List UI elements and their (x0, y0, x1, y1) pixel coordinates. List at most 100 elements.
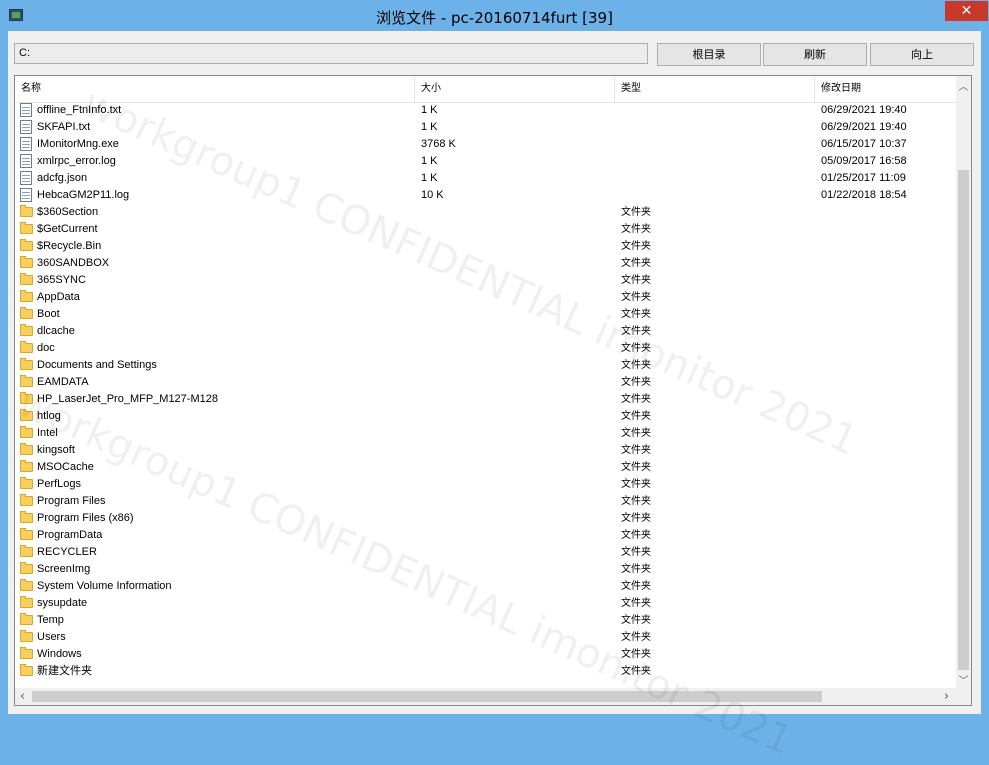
title-bar[interactable]: 浏览文件 - pc-20160714furt [39] ✕ (0, 0, 989, 32)
item-type: 文件夹 (621, 275, 651, 286)
scroll-down-icon[interactable]: ﹀ (956, 672, 971, 687)
list-item[interactable]: kingsoft 文件夹 (15, 442, 956, 459)
item-name: Users (37, 631, 66, 643)
item-name: 新建文件夹 (37, 665, 92, 677)
list-item[interactable]: adcfg.json 1 K 01/25/2017 11:09 (15, 170, 956, 187)
list-item[interactable]: HebcaGM2P11.log 10 K 01/22/2018 18:54 (15, 187, 956, 204)
list-item[interactable]: Program Files 文件夹 (15, 493, 956, 510)
client-area: C: 根目录 刷新 向上 名称 大小 类型 修改日期 offline_FtnIn… (8, 31, 981, 714)
folder-icon (20, 205, 33, 217)
file-icon (20, 154, 32, 168)
close-button[interactable]: ✕ (945, 1, 988, 21)
item-name: $Recycle.Bin (37, 240, 102, 252)
list-item[interactable]: sysupdate 文件夹 (15, 595, 956, 612)
list-item[interactable]: Boot 文件夹 (15, 306, 956, 323)
list-item[interactable]: Windows 文件夹 (15, 646, 956, 663)
item-name: xmlrpc_error.log (37, 155, 116, 167)
list-item[interactable]: 365SYNC 文件夹 (15, 272, 956, 289)
list-item[interactable]: htlog 文件夹 (15, 408, 956, 425)
list-item[interactable]: offline_FtnInfo.txt 1 K 06/29/2021 19:40 (15, 102, 956, 119)
list-item[interactable]: Users 文件夹 (15, 629, 956, 646)
horizontal-scroll-thumb[interactable] (32, 691, 822, 702)
list-item[interactable]: AppData 文件夹 (15, 289, 956, 306)
vertical-scroll-thumb[interactable] (958, 170, 969, 670)
list-item[interactable]: 新建文件夹 文件夹 (15, 663, 956, 680)
list-item[interactable]: doc 文件夹 (15, 340, 956, 357)
column-header-type[interactable]: 类型 (615, 76, 815, 102)
item-type: 文件夹 (621, 207, 651, 218)
list-item[interactable]: Program Files (x86) 文件夹 (15, 510, 956, 527)
folder-icon (20, 273, 33, 285)
item-name: HebcaGM2P11.log (37, 189, 130, 201)
item-type: 文件夹 (621, 530, 651, 541)
path-input[interactable]: C: (14, 43, 648, 64)
list-item[interactable]: ProgramData 文件夹 (15, 527, 956, 544)
column-header-size[interactable]: 大小 (415, 76, 615, 102)
folder-icon (20, 409, 33, 421)
item-type: 文件夹 (621, 496, 651, 507)
item-size: 10 K (421, 189, 444, 201)
folder-icon (20, 358, 33, 370)
folder-icon (20, 392, 33, 404)
list-item[interactable]: SKFAPI.txt 1 K 06/29/2021 19:40 (15, 119, 956, 136)
list-item[interactable]: Intel 文件夹 (15, 425, 956, 442)
folder-icon (20, 426, 33, 438)
file-icon (20, 103, 32, 117)
list-item[interactable]: RECYCLER 文件夹 (15, 544, 956, 561)
item-type: 文件夹 (621, 428, 651, 439)
item-size: 3768 K (421, 138, 456, 150)
item-name: Program Files (37, 495, 106, 507)
list-item[interactable]: dlcache 文件夹 (15, 323, 956, 340)
file-icon (20, 120, 32, 134)
item-name: kingsoft (37, 444, 75, 456)
item-type: 文件夹 (621, 411, 651, 422)
list-item[interactable]: $Recycle.Bin 文件夹 (15, 238, 956, 255)
item-type: 文件夹 (621, 632, 651, 643)
list-item[interactable]: xmlrpc_error.log 1 K 05/09/2017 16:58 (15, 153, 956, 170)
list-item[interactable]: $GetCurrent 文件夹 (15, 221, 956, 238)
scroll-up-icon[interactable]: ︿ (956, 78, 971, 93)
item-date: 06/15/2017 10:37 (821, 138, 907, 150)
item-name: sysupdate (37, 597, 88, 609)
up-button[interactable]: 向上 (870, 43, 974, 66)
window-title: 浏览文件 - pc-20160714furt [39] (376, 9, 613, 27)
file-list[interactable]: 名称 大小 类型 修改日期 offline_FtnInfo.txt 1 K 06/2… (14, 75, 972, 706)
item-name: ProgramData (37, 529, 103, 541)
list-item[interactable]: Documents and Settings 文件夹 (15, 357, 956, 374)
folder-icon (20, 443, 33, 455)
folder-icon (20, 341, 33, 353)
list-item[interactable]: ScreenImg 文件夹 (15, 561, 956, 578)
list-item[interactable]: HP_LaserJet_Pro_MFP_M127-M128 文件夹 (15, 391, 956, 408)
item-type: 文件夹 (621, 309, 651, 320)
list-item[interactable]: System Volume Information 文件夹 (15, 578, 956, 595)
refresh-button[interactable]: 刷新 (763, 43, 867, 66)
item-type: 文件夹 (621, 377, 651, 388)
scroll-left-icon[interactable]: ‹ (15, 689, 30, 704)
list-item[interactable]: Temp 文件夹 (15, 612, 956, 629)
list-item[interactable]: 360SANDBOX 文件夹 (15, 255, 956, 272)
vertical-scrollbar[interactable]: ︿ ﹀ (956, 76, 971, 689)
item-type: 文件夹 (621, 547, 651, 558)
list-item[interactable]: PerfLogs 文件夹 (15, 476, 956, 493)
scroll-corner (956, 688, 971, 705)
item-name: Program Files (x86) (37, 512, 134, 524)
item-date: 06/29/2021 19:40 (821, 104, 907, 116)
column-header-name[interactable]: 名称 (15, 76, 415, 102)
list-item[interactable]: EAMDATA 文件夹 (15, 374, 956, 391)
folder-icon (20, 375, 33, 387)
item-name: doc (37, 342, 55, 354)
list-item[interactable]: IMonitorMng.exe 3768 K 06/15/2017 10:37 (15, 136, 956, 153)
item-date: 01/22/2018 18:54 (821, 189, 907, 201)
column-header-date[interactable]: 修改日期 (815, 76, 956, 102)
item-type: 文件夹 (621, 479, 651, 490)
folder-icon (20, 562, 33, 574)
list-item[interactable]: $360Section 文件夹 (15, 204, 956, 221)
item-name: $GetCurrent (37, 223, 98, 235)
scroll-right-icon[interactable]: › (939, 689, 954, 704)
item-type: 文件夹 (621, 615, 651, 626)
folder-icon (20, 324, 33, 336)
item-name: IMonitorMng.exe (37, 138, 119, 150)
root-button[interactable]: 根目录 (657, 43, 761, 66)
list-item[interactable]: MSOCache 文件夹 (15, 459, 956, 476)
horizontal-scrollbar[interactable]: ‹ › (15, 688, 956, 705)
